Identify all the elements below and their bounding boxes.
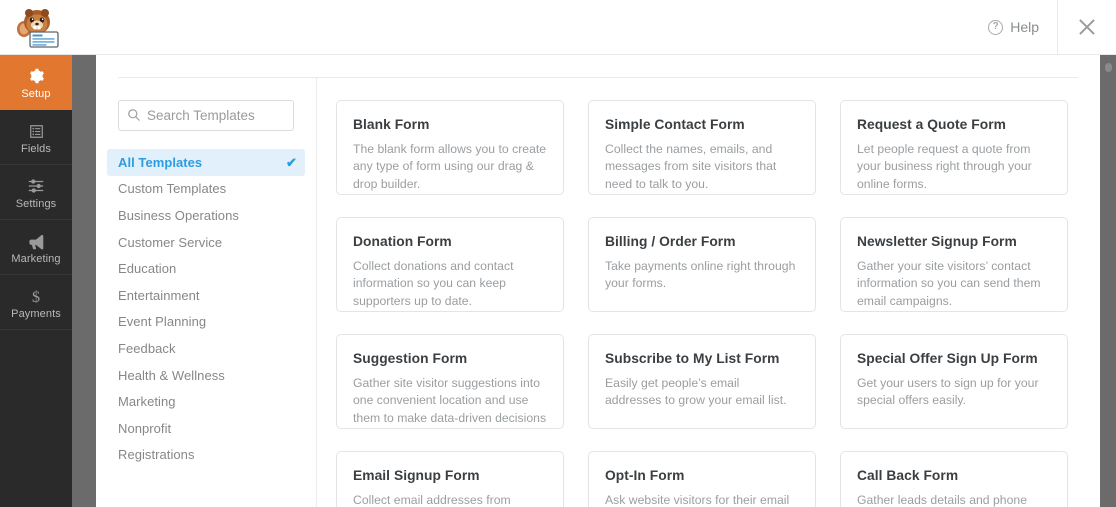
template-card-title: Simple Contact Form (605, 117, 745, 132)
sidebar-item-fields[interactable]: Fields (0, 110, 72, 165)
category-item-label: Event Planning (118, 314, 207, 330)
beaver-mascot-icon (17, 9, 59, 48)
template-card[interactable]: Blank Form The blank form allows you to c… (336, 100, 564, 195)
category-item-marketing[interactable]: Marketing (107, 388, 305, 415)
sidebar-item-label: Payments (11, 308, 61, 320)
template-card-description: Easily get people’s email addresses to g… (605, 376, 787, 408)
sidebar-item-setup[interactable]: Setup (0, 55, 72, 110)
template-card[interactable]: Simple Contact Form Collect the names, em… (588, 100, 816, 195)
template-grid: Blank Form The blank form allows you to c… (336, 100, 1100, 507)
rail-gutter-top (72, 0, 96, 55)
template-card-title: Newsletter Signup Form (857, 234, 1017, 249)
sidebar-item-label: Setup (21, 88, 51, 100)
sidebar-item-label: Fields (21, 143, 51, 155)
template-card[interactable]: Suggestion Form Gather site visitor sugge… (336, 334, 564, 429)
template-card-description: Collect email addresses from website (353, 493, 511, 507)
right-strip-top (1100, 0, 1116, 55)
category-item-nonprofit[interactable]: Nonprofit (107, 415, 305, 442)
template-card-description: Collect the names, emails, and messages … (605, 142, 777, 191)
search-input[interactable] (118, 100, 294, 131)
category-pane: All Templates ✔ Custom Templates Business O… (96, 78, 316, 507)
template-card-title: Request a Quote Form (857, 117, 1006, 132)
category-item-label: Education (118, 261, 177, 277)
template-card[interactable]: Billing / Order Form Take payments online… (588, 217, 816, 312)
template-card-title: Donation Form (353, 234, 452, 249)
category-item-label: Business Operations (118, 207, 239, 223)
category-item-label: Custom Templates (118, 181, 227, 197)
dollar-icon: $ (27, 286, 45, 306)
close-icon (1079, 19, 1095, 35)
app-logo (0, 0, 72, 55)
sidebar-item-label: Settings (15, 198, 57, 210)
template-card-title: Email Signup Form (353, 468, 480, 483)
template-card[interactable]: Newsletter Signup Form Gather your site v… (840, 217, 1068, 312)
template-card-title: Billing / Order Form (605, 234, 736, 249)
template-card[interactable]: Request a Quote Form Let people request a… (840, 100, 1068, 195)
template-card-description: Gather your site visitors’ contact infor… (857, 259, 1041, 308)
category-item-label: Nonprofit (118, 420, 172, 436)
template-card-title: Opt-In Form (605, 468, 685, 483)
gear-icon (27, 66, 45, 86)
right-scroll-strip[interactable] (1100, 55, 1116, 507)
template-card-description: Take payments online right through your … (605, 259, 796, 291)
category-item-label: All Templates (118, 154, 203, 170)
sidebar-item-settings[interactable]: Settings (0, 165, 72, 220)
svg-text:$: $ (32, 288, 40, 305)
category-item-entertainment[interactable]: Entertainment (107, 282, 305, 309)
template-card-title: Suggestion Form (353, 351, 468, 366)
category-item-business-operations[interactable]: Business Operations (107, 202, 305, 229)
help-button[interactable]: ? Help (970, 0, 1057, 54)
template-card-description: Ask website visitors for their email (605, 493, 790, 507)
template-card-description: Gather leads details and phone numbers (857, 493, 1027, 507)
scrollbar-thumb[interactable] (1105, 63, 1112, 72)
search-templates-wrap (118, 100, 294, 131)
template-card-title: Blank Form (353, 117, 430, 132)
category-item-registrations[interactable]: Registrations (107, 442, 305, 469)
category-item-customer-service[interactable]: Customer Service (107, 229, 305, 256)
category-item-all-templates[interactable]: All Templates ✔ (107, 149, 305, 176)
category-item-label: Marketing (118, 394, 176, 410)
megaphone-icon (27, 231, 46, 251)
template-card[interactable]: Subscribe to My List Form Easily get peop… (588, 334, 816, 429)
category-item-feedback[interactable]: Feedback (107, 335, 305, 362)
template-grid-pane: Blank Form The blank form allows you to c… (317, 78, 1100, 507)
category-item-label: Feedback (118, 340, 176, 356)
check-icon: ✔ (286, 154, 297, 170)
sidebar-item-payments[interactable]: $ Payments (0, 275, 72, 330)
category-list: All Templates ✔ Custom Templates Business O… (107, 149, 305, 468)
sliders-icon (27, 176, 45, 196)
template-card-title: Special Offer Sign Up Form (857, 351, 1038, 366)
category-item-label: Entertainment (118, 287, 200, 303)
help-label: Help (1010, 19, 1039, 35)
wpforms-builder-window: Setup Fields Settings Marketing $ Paymen… (0, 0, 1116, 507)
template-card[interactable]: Donation Form Collect donations and conta… (336, 217, 564, 312)
left-rail: Setup Fields Settings Marketing $ Paymen… (0, 0, 72, 507)
category-item-custom-templates[interactable]: Custom Templates (107, 176, 305, 203)
sidebar-item-label: Marketing (11, 253, 61, 265)
sidebar-item-marketing[interactable]: Marketing (0, 220, 72, 275)
category-item-health-wellness[interactable]: Health & Wellness (107, 362, 305, 389)
template-chooser-panel: All Templates ✔ Custom Templates Business O… (96, 55, 1100, 507)
question-circle-icon: ? (988, 19, 1004, 35)
category-item-label: Health & Wellness (118, 367, 225, 383)
category-item-education[interactable]: Education (107, 255, 305, 282)
template-card[interactable]: Email Signup Form Collect email addresses… (336, 451, 564, 507)
template-card[interactable]: Special Offer Sign Up Form Get your users… (840, 334, 1068, 429)
template-card-title: Call Back Form (857, 468, 959, 483)
template-card-description: The blank form allows you to create any … (353, 142, 547, 191)
builder-header: ? Help (96, 0, 1116, 55)
template-card-description: Gather site visitor suggestions into one… (353, 376, 547, 428)
template-card[interactable]: Opt-In Form Ask website visitors for thei… (588, 451, 816, 507)
rail-gutter (72, 55, 96, 507)
fields-icon (28, 121, 45, 141)
template-card-title: Subscribe to My List Form (605, 351, 780, 366)
template-card-description: Get your users to sign up for your speci… (857, 376, 1039, 408)
category-item-label: Registrations (118, 447, 195, 463)
category-item-event-planning[interactable]: Event Planning (107, 309, 305, 336)
template-card-description: Let people request a quote from your bus… (857, 142, 1032, 191)
template-card-description: Collect donations and contact informatio… (353, 259, 514, 308)
template-card[interactable]: Call Back Form Gather leads details and p… (840, 451, 1068, 507)
category-item-label: Customer Service (118, 234, 223, 250)
